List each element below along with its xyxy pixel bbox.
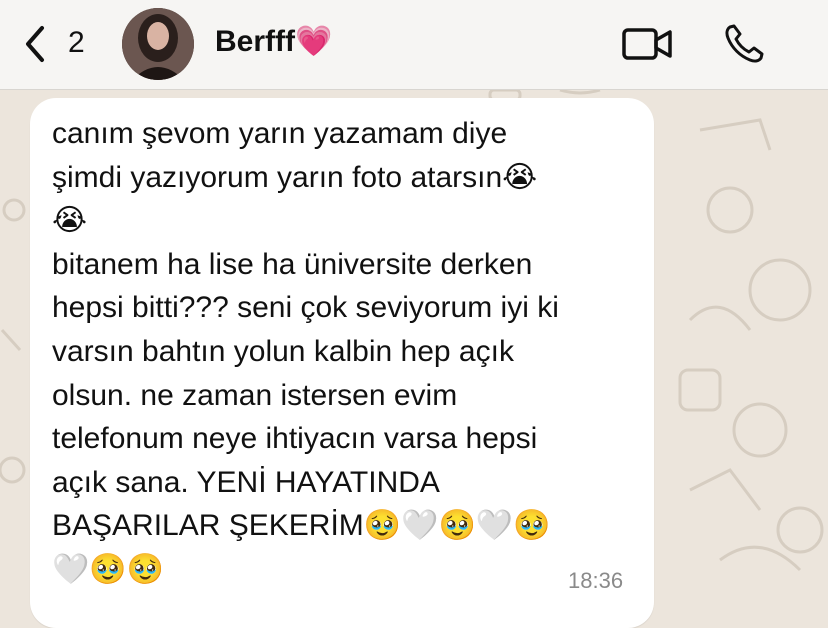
phone-icon — [725, 24, 764, 63]
video-call-button[interactable] — [622, 22, 674, 71]
chat-header: 2 Berfff💗 — [0, 0, 828, 90]
voice-call-button[interactable] — [722, 22, 766, 71]
message-text: canım şevom yarın yazamam diye şimdi yaz… — [52, 117, 559, 586]
message-timestamp: 18:36 — [568, 568, 624, 593]
video-camera-icon — [622, 28, 672, 60]
avatar-image — [122, 8, 194, 80]
avatar[interactable] — [122, 8, 194, 80]
chevron-left-icon — [26, 26, 44, 62]
back-button[interactable] — [20, 22, 50, 66]
unread-count[interactable]: 2 — [68, 26, 85, 60]
contact-name[interactable]: Berfff💗 — [215, 24, 332, 59]
